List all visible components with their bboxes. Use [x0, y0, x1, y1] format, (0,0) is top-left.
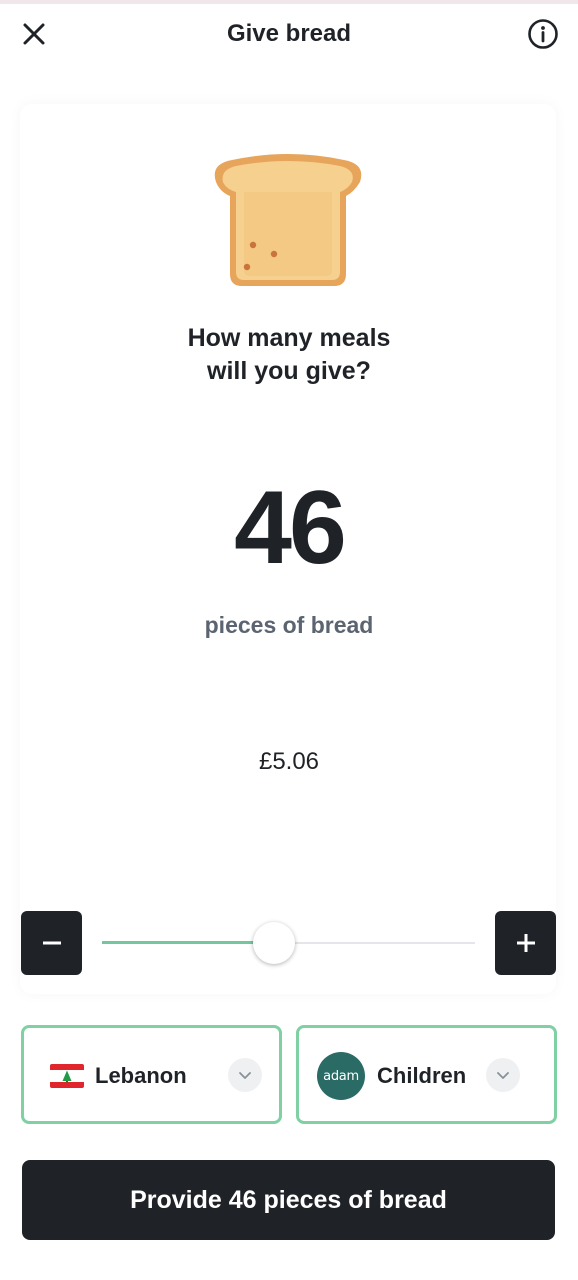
info-button[interactable]	[523, 14, 563, 54]
quantity-slider[interactable]	[102, 922, 475, 964]
count-unit: pieces of bread	[204, 612, 374, 638]
page-title: Give bread	[226, 20, 352, 47]
price-amount: £5.06	[258, 748, 320, 775]
chevron-down-icon	[228, 1058, 262, 1092]
beneficiary-label: Children	[377, 1063, 467, 1088]
chevron-down-icon	[486, 1058, 520, 1092]
bread-toast-icon	[214, 154, 362, 286]
provide-bread-button[interactable]: Provide 46 pieces of bread	[22, 1160, 555, 1240]
minus-icon	[42, 941, 61, 945]
plus-icon	[516, 934, 535, 952]
lebanon-flag-icon	[50, 1064, 84, 1088]
header: Give bread	[0, 4, 578, 66]
decrease-button[interactable]	[21, 911, 82, 975]
adam-logo: adam	[317, 1052, 365, 1100]
country-label: Lebanon	[95, 1063, 187, 1088]
slider-thumb[interactable]	[253, 922, 295, 964]
give-bread-screen: Give bread How many meals will you give?…	[0, 4, 578, 1280]
beneficiary-selector[interactable]: adam Children	[296, 1025, 557, 1124]
increase-button[interactable]	[495, 911, 556, 975]
meal-question: How many meals will you give?	[100, 322, 478, 388]
country-selector[interactable]: Lebanon	[21, 1025, 282, 1124]
slider-fill	[102, 941, 274, 944]
info-icon	[528, 19, 558, 49]
bread-count: 46	[234, 470, 347, 586]
question-line-1: How many meals	[187, 324, 391, 352]
question-line-2: will you give?	[207, 357, 371, 385]
